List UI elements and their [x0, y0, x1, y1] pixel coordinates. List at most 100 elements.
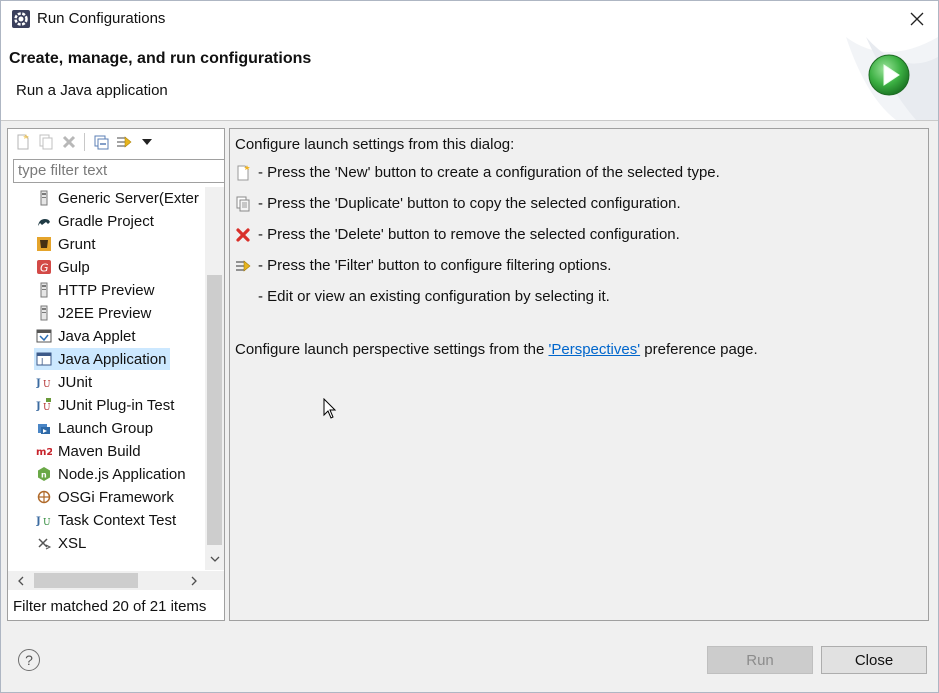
- tree-vertical-scrollbar[interactable]: [205, 187, 224, 570]
- tree-item-junit-plugin-test[interactable]: JU JUnit Plug-in Test: [34, 394, 178, 416]
- toolbar-divider: [84, 133, 85, 151]
- header-title: Create, manage, and run configurations: [9, 50, 312, 67]
- launch-group-icon: [36, 420, 52, 436]
- osgi-icon: [36, 489, 52, 505]
- filter-button[interactable]: [113, 132, 134, 152]
- tree-item-nodejs-application[interactable]: n Node.js Application: [34, 463, 190, 485]
- filter-input[interactable]: type filter text: [13, 159, 225, 183]
- tree-item-java-applet[interactable]: Java Applet: [34, 325, 140, 347]
- svg-text:J: J: [36, 378, 41, 389]
- tree-item-label: Grunt: [58, 235, 96, 253]
- junit-plugin-icon: JU: [36, 397, 52, 413]
- perspective-suffix: preference page.: [640, 341, 758, 358]
- tree-item-label: HTTP Preview: [58, 281, 155, 299]
- intro-text: Configure launch settings from this dial…: [235, 136, 514, 153]
- instruction-delete: - Press the 'Delete' button to remove th…: [235, 226, 680, 243]
- server-icon: [36, 282, 52, 298]
- tree-item-launch-group[interactable]: Launch Group: [34, 417, 157, 439]
- instruction-text: - Edit or view an existing configuration…: [258, 288, 610, 305]
- java-app-icon: J: [36, 351, 52, 367]
- close-window-button[interactable]: [899, 5, 935, 33]
- svg-text:m2: m2: [36, 447, 52, 458]
- help-icon: ?: [25, 652, 33, 668]
- tree-item-label: XSL: [58, 534, 87, 552]
- server-icon: [36, 190, 52, 206]
- tree-toolbar: [8, 129, 224, 155]
- filter-menu-dropdown[interactable]: [136, 132, 157, 152]
- svg-text:U: U: [43, 380, 51, 390]
- xsl-icon: [36, 535, 52, 551]
- maven-icon: m2: [36, 443, 52, 459]
- collapse-all-button[interactable]: [90, 132, 111, 152]
- delete-button[interactable]: [58, 132, 79, 152]
- perspectives-link[interactable]: 'Perspectives': [549, 341, 641, 358]
- mouse-pointer-icon: [323, 398, 337, 419]
- chevron-right-icon: [191, 576, 197, 585]
- tree-item-maven-build[interactable]: m2 Maven Build: [34, 440, 145, 462]
- filter-icon: [235, 258, 251, 274]
- help-button[interactable]: ?: [18, 649, 40, 671]
- scroll-left-button[interactable]: [12, 571, 29, 590]
- svg-text:n: n: [41, 471, 47, 480]
- tree-item-xsl[interactable]: XSL: [34, 532, 90, 554]
- tree-horizontal-scrollbar[interactable]: [8, 571, 224, 590]
- svg-text:U: U: [43, 518, 51, 528]
- close-icon: [910, 12, 924, 26]
- delete-icon: [62, 135, 75, 149]
- run-configurations-dialog: Run Configurations Create, manage, and r…: [0, 0, 939, 693]
- title-bar: Run Configurations: [1, 1, 938, 37]
- delete-icon: [235, 227, 251, 243]
- tree-item-label: Launch Group: [58, 419, 154, 437]
- tree-item-generic-server[interactable]: Generic Server(Exter: [34, 187, 203, 209]
- tree-item-java-application[interactable]: J Java Application: [34, 348, 171, 370]
- svg-text:U: U: [43, 403, 51, 413]
- configuration-tree-panel: type filter text Generic Server(Exter Gr…: [7, 128, 225, 621]
- tree-item-label: Java Applet: [58, 327, 136, 345]
- tree-item-label: JUnit Plug-in Test: [58, 396, 175, 414]
- scroll-right-button[interactable]: [185, 571, 202, 590]
- tree-item-label: OSGi Framework: [58, 488, 174, 506]
- tree-item-gradle-project[interactable]: Gradle Project: [34, 210, 158, 232]
- tree-item-j2ee-preview[interactable]: J2EE Preview: [34, 302, 155, 324]
- instruction-text: - Press the 'Filter' button to configure…: [258, 257, 612, 274]
- chevron-left-icon: [17, 576, 23, 585]
- tree-item-task-context-test[interactable]: JU Task Context Test: [34, 509, 180, 531]
- gradle-icon: [36, 213, 52, 229]
- instructions-panel: Configure launch settings from this dial…: [229, 128, 929, 621]
- gulp-icon: G: [36, 259, 52, 275]
- new-config-icon: [17, 134, 29, 150]
- close-button[interactable]: Close: [821, 646, 927, 674]
- window-title: Run Configurations: [37, 10, 166, 27]
- collapse-all-icon: [94, 135, 108, 150]
- tree-item-osgi-framework[interactable]: OSGi Framework: [34, 486, 178, 508]
- tree-item-label: Node.js Application: [58, 465, 186, 483]
- tree-item-gulp[interactable]: G Gulp: [34, 256, 94, 278]
- run-button[interactable]: Run: [707, 646, 813, 674]
- instruction-text: - Press the 'New' button to create a con…: [258, 164, 720, 181]
- tree-item-grunt[interactable]: Grunt: [34, 233, 100, 255]
- svg-text:J: J: [40, 357, 43, 366]
- tree-item-label: Java Application: [58, 350, 167, 368]
- instruction-text: - Press the 'Duplicate' button to copy t…: [258, 195, 681, 212]
- server-icon: [36, 305, 52, 321]
- duplicate-button[interactable]: [35, 132, 56, 152]
- horizontal-scroll-thumb[interactable]: [34, 573, 138, 588]
- intro-label: Configure launch settings from this dial…: [235, 136, 515, 153]
- tree-item-label: J2EE Preview: [58, 304, 152, 322]
- perspective-text: Configure launch perspective settings fr…: [235, 341, 758, 358]
- vertical-scroll-thumb[interactable]: [207, 275, 222, 545]
- instruction-filter: - Press the 'Filter' button to configure…: [235, 257, 611, 274]
- tree-item-label: JUnit: [58, 373, 93, 391]
- new-config-button[interactable]: [12, 132, 33, 152]
- configuration-type-tree: Generic Server(Exter Gradle Project Grun…: [8, 187, 205, 571]
- eclipse-gear-icon: [12, 10, 30, 28]
- instruction-text: - Press the 'Delete' button to remove th…: [258, 226, 680, 243]
- filter-status-text: Filter matched 20 of 21 items: [13, 598, 207, 615]
- scroll-down-button[interactable]: [205, 550, 224, 567]
- grunt-icon: [36, 236, 52, 252]
- tree-item-junit[interactable]: JU JUnit: [34, 371, 96, 393]
- dropdown-arrow-icon: [141, 139, 152, 145]
- new-config-icon: [235, 164, 251, 181]
- chevron-down-icon: [210, 556, 219, 562]
- tree-item-http-preview[interactable]: HTTP Preview: [34, 279, 158, 301]
